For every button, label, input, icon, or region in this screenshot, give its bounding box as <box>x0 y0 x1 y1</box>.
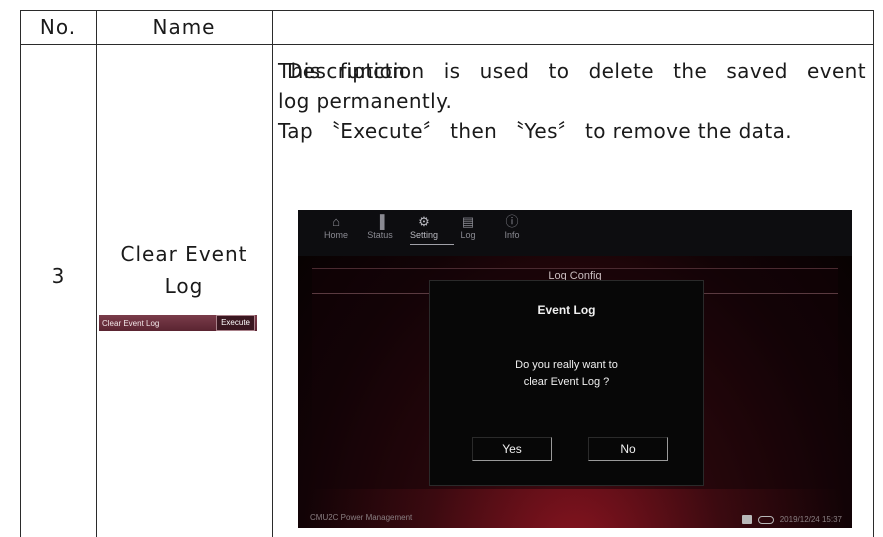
dialog-title: Event Log <box>537 303 596 317</box>
execute-button[interactable]: Execute <box>216 315 255 331</box>
footer-status: 2019/12/24 15:37 <box>741 515 842 524</box>
nav-info-label: Info <box>504 230 520 240</box>
nav-status-label: Status <box>367 230 393 240</box>
row-name-line2: Log <box>164 274 204 298</box>
table-header-divider <box>20 44 874 45</box>
dialog-message: Do you really want to clear Event Log ? <box>430 357 703 391</box>
nav-status[interactable]: ▐ Status <box>358 214 402 240</box>
desc-line-3: Tap 〝Execute〞 then 〝Yes〞 to remove the d… <box>278 119 792 143</box>
nav-home-label: Home <box>323 230 348 240</box>
info-icon: ⓘ <box>505 214 519 229</box>
confirm-dialog: Event Log Do you really want to clear Ev… <box>429 280 704 486</box>
footer-datetime: 2019/12/24 15:37 <box>779 515 842 524</box>
yes-button[interactable]: Yes <box>472 437 552 461</box>
row-name: Clear Event Log <box>96 238 272 302</box>
row-description: This function is used to delete the save… <box>278 56 866 146</box>
nav-log[interactable]: ▤ Log <box>446 214 490 240</box>
desc-line-1: This function is used to delete the save… <box>278 59 866 83</box>
table-col-divider-2 <box>272 10 273 537</box>
status-bars-icon: ▐ <box>375 214 385 229</box>
log-icon: ▤ <box>461 214 475 229</box>
row-number: 3 <box>51 264 65 288</box>
header-name: Name <box>152 15 216 39</box>
clear-event-log-label: Clear Event Log <box>102 318 160 328</box>
nav-active-indicator <box>410 244 454 245</box>
sd-card-icon <box>741 515 752 524</box>
no-button[interactable]: No <box>588 437 668 461</box>
footer-app-name: CMU2C Power Management <box>310 513 413 522</box>
device-screenshot: ⌂ Home ▐ Status ⚙ Setting ▤ Log ⓘ Info L… <box>298 210 852 528</box>
nav-setting-label: Setting <box>409 230 439 240</box>
gear-icon: ⚙ <box>418 214 430 229</box>
nav-log-label: Log <box>460 230 476 240</box>
nav-setting[interactable]: ⚙ Setting <box>402 214 446 240</box>
header-no: No. <box>39 15 77 39</box>
nav-info[interactable]: ⓘ Info <box>490 214 534 240</box>
home-icon: ⌂ <box>332 214 340 229</box>
dialog-message-line1: Do you really want to <box>515 359 618 371</box>
row-name-line1: Clear Event <box>120 242 248 266</box>
nav-home[interactable]: ⌂ Home <box>314 214 358 240</box>
device-nav: ⌂ Home ▐ Status ⚙ Setting ▤ Log ⓘ Info <box>314 214 534 240</box>
desc-line-2: log permanently. <box>278 89 453 113</box>
clear-event-log-row-preview: Clear Event Log Execute <box>99 315 257 331</box>
dialog-message-line2: clear Event Log ? <box>523 376 610 388</box>
link-icon <box>757 515 774 524</box>
